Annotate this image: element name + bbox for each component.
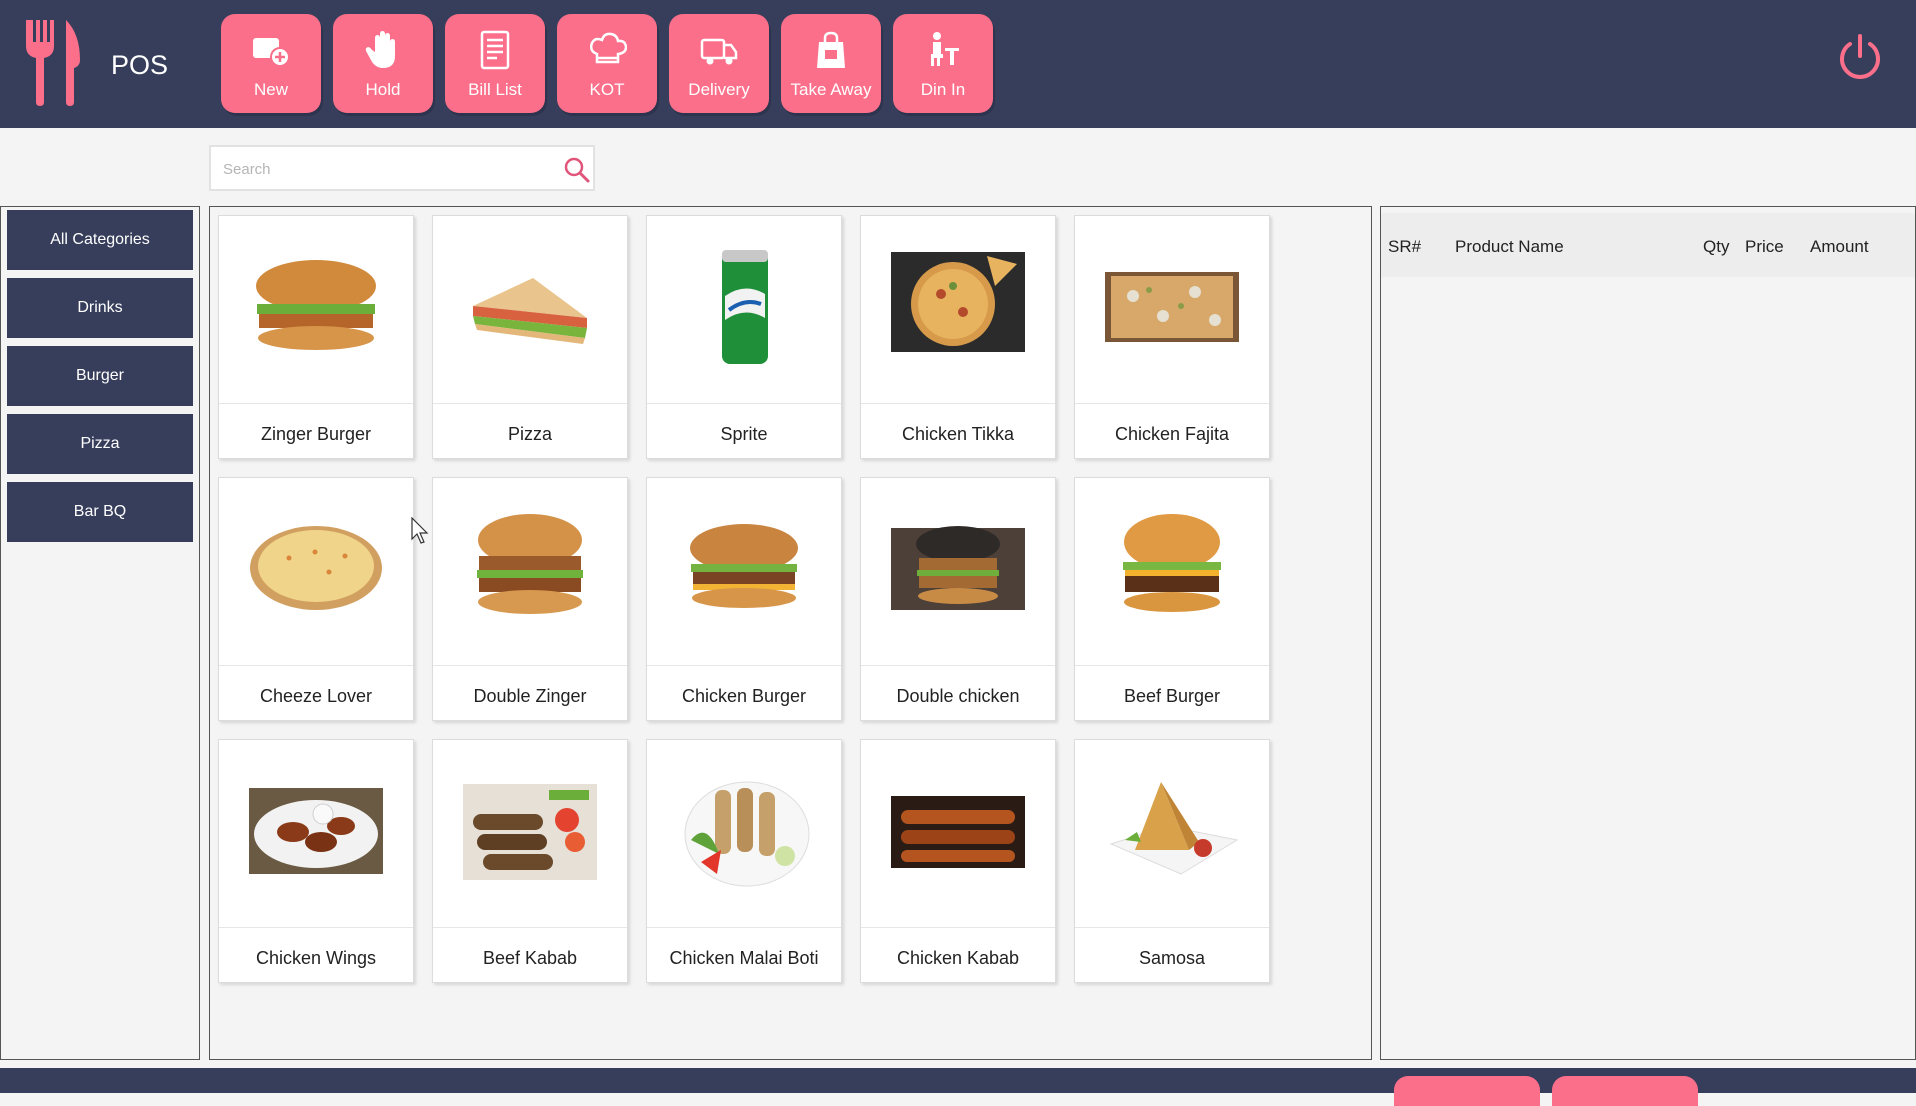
product-name: Chicken Tikka xyxy=(901,424,1015,444)
soda-can-image xyxy=(647,216,841,403)
product-card[interactable]: Double chicken xyxy=(860,477,1056,721)
order-table-header: SR# Product Name Qty Price Amount xyxy=(1381,213,1915,277)
column-sr: SR# xyxy=(1388,237,1422,256)
bill-list-button[interactable]: Bill List xyxy=(445,14,545,113)
delivery-button[interactable]: Delivery xyxy=(669,14,769,113)
sandwich-image xyxy=(433,216,627,403)
order-panel: SR# Product Name Qty Price Amount xyxy=(1380,206,1916,1060)
hand-icon xyxy=(365,31,395,68)
product-name: Beef Kabab xyxy=(482,948,578,968)
column-price: Price xyxy=(1745,237,1784,256)
din-in-button-label: Din In xyxy=(920,80,966,99)
new-button[interactable]: New xyxy=(221,14,321,113)
product-grid: Zinger Burger Pizza Sprite Chicken Tikka… xyxy=(209,206,1372,1060)
hold-button[interactable]: Hold xyxy=(333,14,433,113)
bill-list-icon xyxy=(480,30,510,70)
dine-in-icon xyxy=(931,32,959,66)
column-amount: Amount xyxy=(1810,237,1869,256)
power-icon[interactable] xyxy=(1834,32,1886,84)
column-qty: Qty xyxy=(1703,237,1730,256)
product-name: Cheeze Lover xyxy=(259,686,373,706)
product-name: Beef Burger xyxy=(1123,686,1221,706)
category-drinks-button[interactable]: Drinks xyxy=(7,278,193,338)
hold-button-label: Hold xyxy=(365,80,401,99)
category-panel: All Categories Drinks Burger Pizza Bar B… xyxy=(0,206,200,1060)
wings-image xyxy=(219,740,413,927)
kot-button[interactable]: KOT xyxy=(557,14,657,113)
product-card[interactable]: Chicken Kabab xyxy=(860,739,1056,983)
takeaway-bag-icon xyxy=(817,31,845,68)
pizza-image xyxy=(219,478,413,665)
product-name: Samosa xyxy=(1138,948,1206,968)
product-name: Chicken Fajita xyxy=(1114,424,1230,444)
product-card[interactable]: Beef Kabab xyxy=(432,739,628,983)
burger-image xyxy=(861,478,1055,665)
pizza-image xyxy=(1075,216,1269,403)
product-card[interactable]: Zinger Burger xyxy=(218,215,414,459)
skewers-image xyxy=(647,740,841,927)
product-card[interactable]: Beef Burger xyxy=(1074,477,1270,721)
product-card[interactable]: Chicken Tikka xyxy=(860,215,1056,459)
product-card[interactable]: Pizza xyxy=(432,215,628,459)
delivery-button-label: Delivery xyxy=(688,80,750,99)
bottom-action-button[interactable] xyxy=(1552,1076,1698,1106)
burger-image xyxy=(1075,478,1269,665)
product-card[interactable]: Cheeze Lover xyxy=(218,477,414,721)
column-product-name: Product Name xyxy=(1455,237,1564,256)
bill-list-button-label: Bill List xyxy=(468,80,522,99)
category-bar-bq-button[interactable]: Bar BQ xyxy=(7,482,193,542)
kabab-image xyxy=(433,740,627,927)
pizza-image xyxy=(861,216,1055,403)
product-name: Sprite xyxy=(720,424,768,444)
product-name: Zinger Burger xyxy=(260,424,372,444)
burger-image xyxy=(219,216,413,403)
product-card[interactable]: Chicken Malai Boti xyxy=(646,739,842,983)
chef-hat-icon xyxy=(589,32,627,64)
product-card[interactable]: Chicken Fajita xyxy=(1074,215,1270,459)
search-icon[interactable] xyxy=(563,156,591,184)
category-all-button[interactable]: All Categories xyxy=(7,210,193,270)
kabab-image xyxy=(861,740,1055,927)
product-name: Chicken Burger xyxy=(681,686,807,706)
product-card[interactable]: Chicken Wings xyxy=(218,739,414,983)
new-order-icon xyxy=(253,38,290,67)
take-away-button-label: Take Away xyxy=(790,80,872,99)
search-box[interactable] xyxy=(209,145,595,191)
burger-image xyxy=(433,478,627,665)
din-in-button[interactable]: Din In xyxy=(893,14,993,113)
delivery-truck-icon xyxy=(700,38,738,65)
category-pizza-button[interactable]: Pizza xyxy=(7,414,193,474)
category-burger-button[interactable]: Burger xyxy=(7,346,193,406)
top-bar: POS New Hold Bill List KOT Delivery Take… xyxy=(0,0,1916,128)
product-name: Double Zinger xyxy=(473,686,587,706)
product-name: Chicken Kabab xyxy=(896,948,1020,968)
fork-knife-logo-icon xyxy=(26,20,80,106)
mouse-cursor-icon xyxy=(411,517,429,544)
burger-image xyxy=(647,478,841,665)
app-title: POS xyxy=(111,50,169,80)
product-card[interactable]: Sprite xyxy=(646,215,842,459)
product-name: Pizza xyxy=(507,424,552,444)
product-card[interactable]: Samosa xyxy=(1074,739,1270,983)
product-card[interactable]: Chicken Burger xyxy=(646,477,842,721)
take-away-button[interactable]: Take Away xyxy=(781,14,881,113)
product-name: Chicken Malai Boti xyxy=(669,948,819,968)
product-name: Chicken Wings xyxy=(255,948,377,968)
bottom-action-button[interactable] xyxy=(1394,1076,1540,1106)
product-card[interactable]: Double Zinger xyxy=(432,477,628,721)
product-name: Double chicken xyxy=(896,686,1020,706)
samosa-image xyxy=(1075,740,1269,927)
new-button-label: New xyxy=(253,80,288,99)
search-input[interactable] xyxy=(221,155,545,183)
kot-button-label: KOT xyxy=(589,80,625,99)
